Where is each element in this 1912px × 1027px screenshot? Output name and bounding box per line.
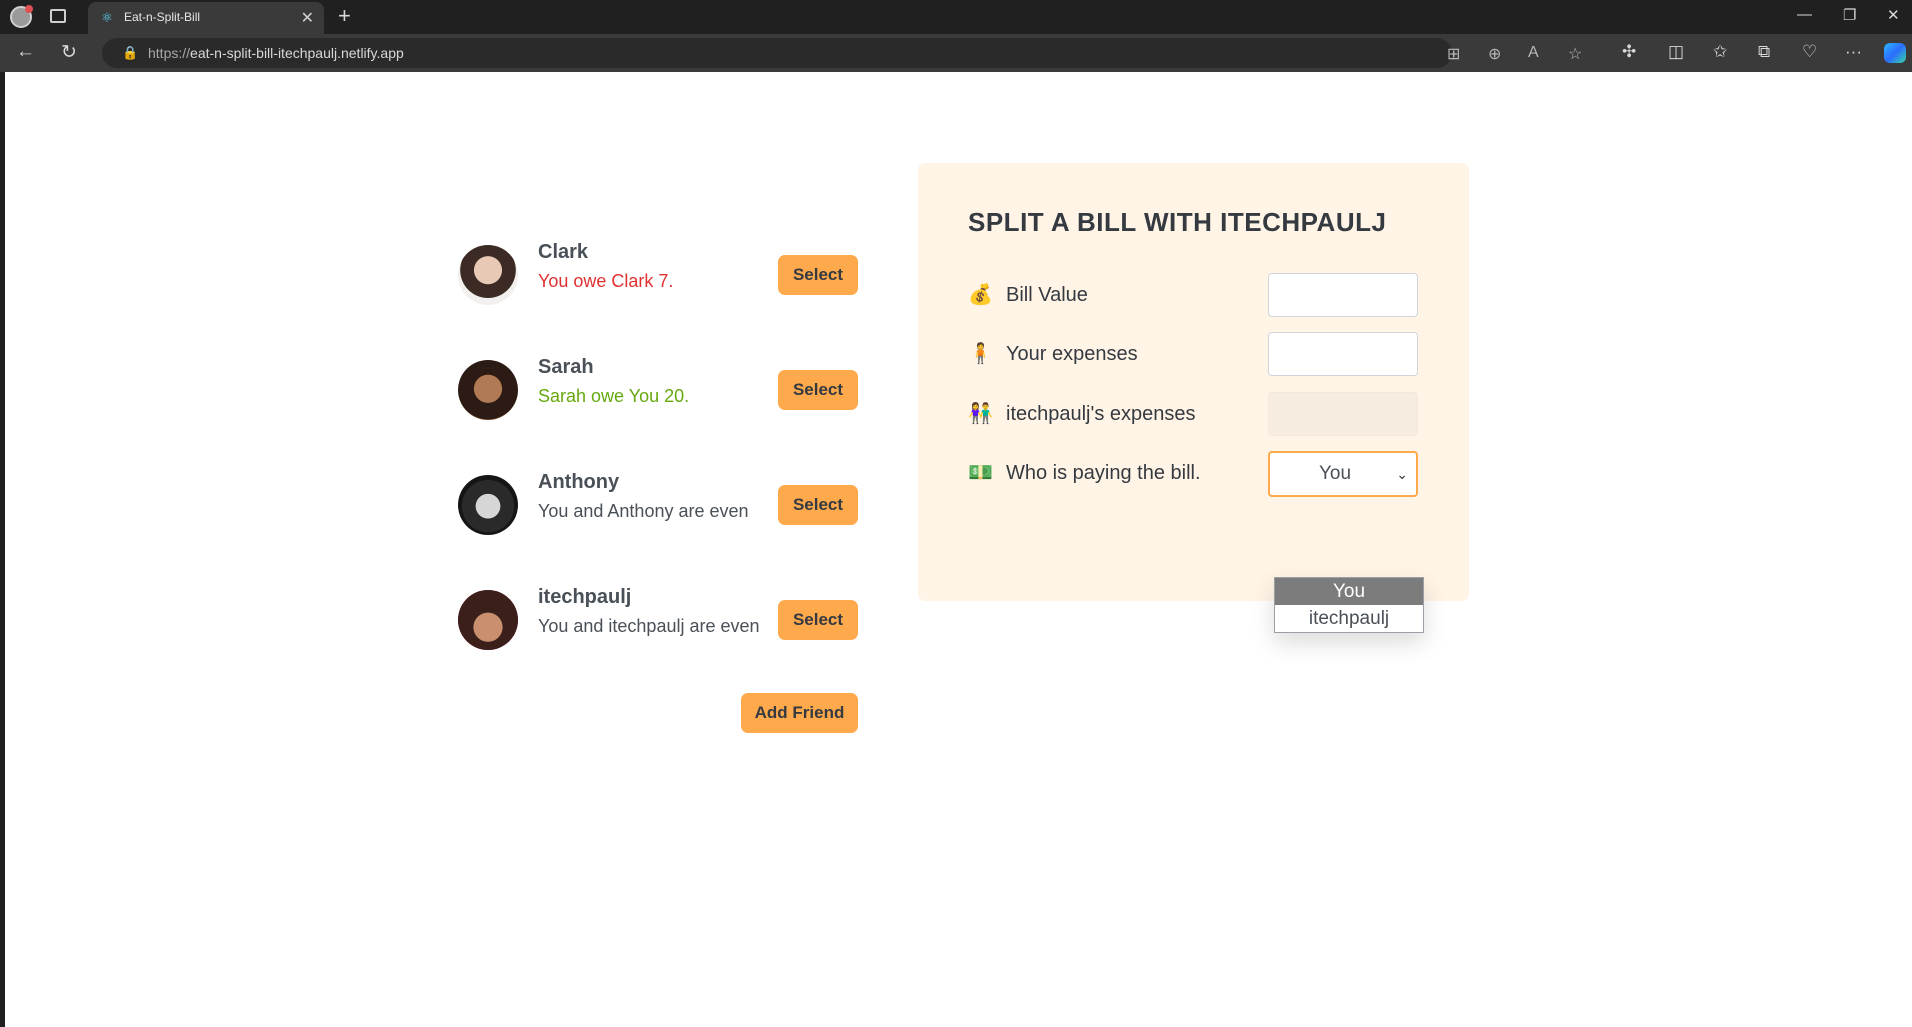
zoom-icon[interactable]: ⊕ <box>1488 44 1501 64</box>
browser-toolbar: ← ↻ 🔒 https://eat-n-split-bill-itechpaul… <box>0 34 1912 72</box>
payer-selected-value: You <box>1318 463 1352 484</box>
money-bag-icon: 💰 <box>968 284 993 306</box>
dollar-banknote-icon: 💵 <box>968 462 993 484</box>
restore-icon[interactable]: ❐ <box>1843 6 1856 24</box>
select-friend-button[interactable]: Select <box>778 485 858 525</box>
person-icon: 🧍 <box>968 343 993 365</box>
your-expense-row: 🧍 Your expenses <box>968 332 1423 376</box>
window-close-icon[interactable]: ✕ <box>1887 6 1900 24</box>
read-aloud-icon[interactable]: A <box>1528 44 1539 62</box>
reload-icon[interactable]: ↻ <box>61 41 77 64</box>
friend-name: itechpaulj <box>538 586 632 608</box>
back-icon[interactable]: ← <box>16 41 35 63</box>
browser-tab[interactable]: ⚛ Eat-n-Split-Bill ✕ <box>88 2 324 34</box>
friend-item-clark: Clark You owe Clark 7. Select <box>458 235 858 315</box>
your-expense-label: Your expenses <box>1006 343 1138 365</box>
friend-item-anthony: Anthony You and Anthony are even Select <box>458 465 858 545</box>
collections-icon[interactable]: ⧉ <box>1758 42 1770 62</box>
payer-label: Who is paying the bill. <box>1006 462 1201 484</box>
friend-name: Anthony <box>538 471 620 493</box>
payer-option-itechpaulj[interactable]: itechpaulj <box>1275 605 1423 632</box>
friend-balance: Sarah owe You 20. <box>538 386 690 406</box>
select-friend-button[interactable]: Select <box>778 370 858 410</box>
extensions-icon[interactable]: ✣ <box>1622 42 1636 62</box>
lock-icon: 🔒 <box>122 45 139 60</box>
payer-select[interactable]: You ⌄ <box>1268 451 1418 497</box>
favorites-icon[interactable]: ✩ <box>1713 42 1727 62</box>
form-title: SPLIT A BILL WITH ITECHPAULJ <box>968 207 1387 237</box>
friend-expense-label: itechpaulj's expenses <box>1006 403 1196 425</box>
address-bar[interactable]: 🔒 https://eat-n-split-bill-itechpaulj.ne… <box>102 38 1582 68</box>
split-screen-icon[interactable]: ◫ <box>1668 42 1684 62</box>
payer-row: 💵 Who is paying the bill. You ⌄ <box>968 451 1423 497</box>
your-expense-input[interactable] <box>1268 332 1418 376</box>
minimize-icon[interactable]: — <box>1797 6 1812 23</box>
chevron-down-icon: ⌄ <box>1396 466 1408 482</box>
avatar <box>458 590 518 650</box>
friend-expense-input <box>1268 392 1418 436</box>
bill-value-input[interactable] <box>1268 273 1418 317</box>
add-friend-button[interactable]: Add Friend <box>741 693 858 733</box>
payer-dropdown-list: You itechpaulj <box>1274 577 1424 633</box>
more-menu-icon[interactable]: ··· <box>1845 42 1862 62</box>
friend-expense-row: 👫 itechpaulj's expenses <box>968 392 1423 436</box>
friend-name: Clark <box>538 241 589 263</box>
friend-balance: You and Anthony are even <box>538 501 749 521</box>
payer-option-you[interactable]: You <box>1275 578 1423 605</box>
avatar <box>458 360 518 420</box>
react-favicon-icon: ⚛ <box>101 10 113 25</box>
avatar <box>458 245 518 305</box>
friend-name: Sarah <box>538 356 594 378</box>
couple-icon: 👫 <box>968 403 993 425</box>
bill-value-label: Bill Value <box>1006 284 1088 306</box>
avatar <box>458 475 518 535</box>
split-bill-form: SPLIT A BILL WITH ITECHPAULJ 💰 Bill Valu… <box>918 163 1469 601</box>
friend-balance: You and itechpaulj are even <box>538 616 760 636</box>
new-tab-icon[interactable]: + <box>338 3 351 29</box>
profile-avatar-icon[interactable] <box>10 5 33 28</box>
select-friend-button[interactable]: Select <box>778 600 858 640</box>
browser-tab-strip: ⚛ Eat-n-Split-Bill ✕ + — ❐ ✕ <box>0 0 1912 34</box>
select-friend-button[interactable]: Select <box>778 255 858 295</box>
tab-title: Eat-n-Split-Bill <box>124 10 201 24</box>
url-text: https://eat-n-split-bill-itechpaulj.netl… <box>148 45 404 61</box>
tab-actions-icon[interactable] <box>50 9 66 23</box>
browser-essentials-icon[interactable]: ♡ <box>1802 42 1817 62</box>
bill-value-row: 💰 Bill Value <box>968 273 1423 317</box>
app-available-icon[interactable]: ⊞ <box>1447 44 1460 64</box>
friend-item-itechpaulj: itechpaulj You and itechpaulj are even S… <box>458 580 858 660</box>
tab-close-icon[interactable]: ✕ <box>301 8 314 28</box>
friend-item-sarah: Sarah Sarah owe You 20. Select <box>458 350 858 430</box>
copilot-icon[interactable] <box>1884 43 1906 63</box>
friend-balance: You owe Clark 7. <box>538 271 674 291</box>
favorite-star-icon[interactable]: ☆ <box>1568 44 1582 64</box>
